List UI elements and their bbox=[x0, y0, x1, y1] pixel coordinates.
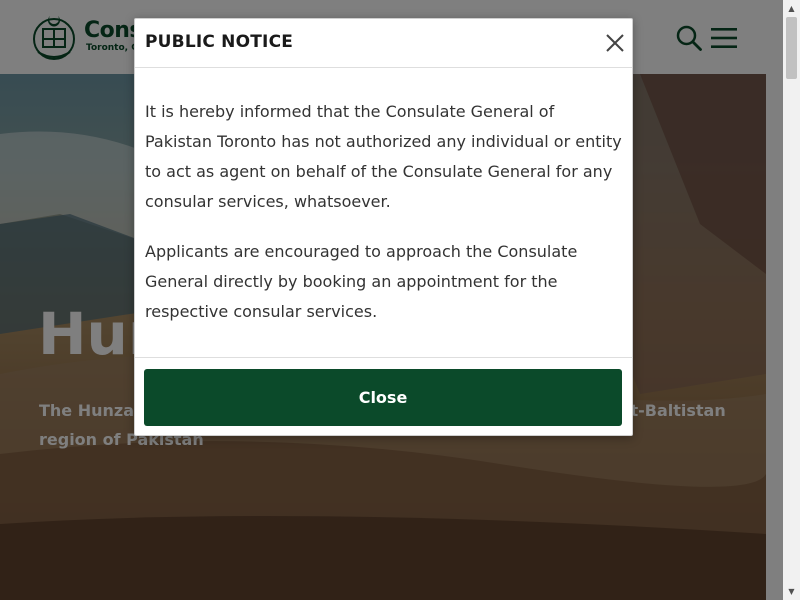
modal-title: PUBLIC NOTICE bbox=[145, 32, 294, 52]
scrollbar-thumb[interactable] bbox=[786, 17, 797, 79]
modal-footer: Close bbox=[135, 357, 632, 436]
public-notice-modal: PUBLIC NOTICE It is hereby informed that… bbox=[134, 18, 633, 436]
page-scrollbar[interactable]: ▲ ▼ bbox=[783, 0, 800, 600]
scroll-down-arrow-icon[interactable]: ▼ bbox=[783, 583, 800, 600]
modal-body: It is hereby informed that the Consulate… bbox=[145, 97, 625, 347]
notice-paragraph-1: It is hereby informed that the Consulate… bbox=[145, 102, 622, 211]
modal-header: PUBLIC NOTICE bbox=[135, 19, 632, 68]
close-button[interactable]: Close bbox=[144, 369, 622, 426]
notice-paragraph-2: Applicants are encouraged to approach th… bbox=[145, 242, 578, 321]
scroll-up-arrow-icon[interactable]: ▲ bbox=[783, 0, 800, 17]
close-icon[interactable] bbox=[603, 31, 627, 55]
